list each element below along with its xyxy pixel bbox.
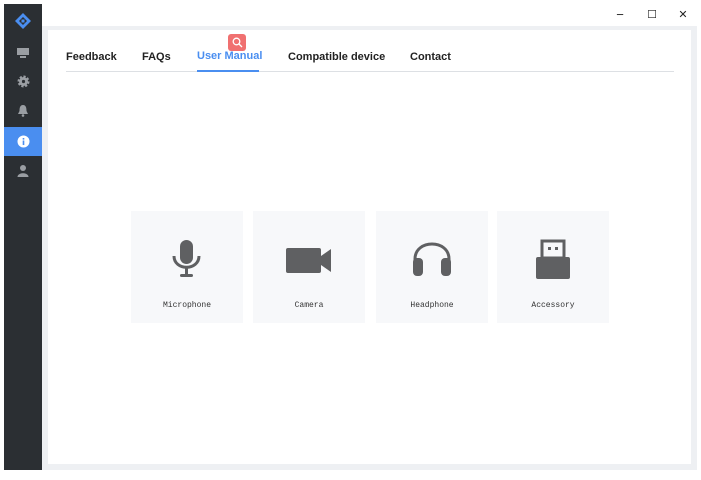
tab-user-manual[interactable]: User Manual [197, 50, 262, 62]
info-icon [17, 135, 29, 148]
sidebar-item-user[interactable] [4, 156, 42, 185]
search-badge[interactable] [228, 34, 246, 51]
card-camera[interactable]: Camera [253, 211, 365, 323]
minimize-button[interactable]: − [612, 6, 628, 22]
card-label: Headphone [410, 301, 454, 310]
headphone-icon [413, 242, 451, 276]
sidebar-item-settings[interactable] [4, 67, 42, 96]
maximize-button[interactable]: ☐ [644, 6, 660, 22]
gear-icon [17, 75, 29, 88]
tab-compatible-device[interactable]: Compatible device [288, 51, 385, 63]
sidebar-item-device[interactable] [4, 38, 42, 67]
tab-divider [66, 71, 674, 72]
tab-faqs[interactable]: FAQs [142, 51, 171, 63]
bell-icon [18, 105, 28, 117]
app-logo-icon [4, 6, 42, 35]
card-accessory[interactable]: Accessory [497, 211, 609, 323]
user-icon [17, 165, 29, 177]
tab-feedback[interactable]: Feedback [66, 51, 117, 63]
close-button[interactable]: ✕ [675, 6, 691, 22]
card-microphone[interactable]: Microphone [131, 211, 243, 323]
monitor-icon [17, 47, 29, 58]
card-headphone[interactable]: Headphone [376, 211, 488, 323]
active-tab-underline [197, 70, 259, 72]
sidebar-item-info[interactable] [4, 127, 42, 156]
usb-icon [536, 239, 570, 279]
tab-contact[interactable]: Contact [410, 51, 451, 63]
search-icon [232, 37, 242, 48]
sidebar [4, 4, 42, 470]
camera-icon [286, 248, 331, 273]
sidebar-item-notifications[interactable] [4, 96, 42, 125]
microphone-icon [172, 240, 201, 277]
card-label: Camera [294, 301, 324, 310]
card-label: Microphone [162, 301, 211, 310]
card-label: Accessory [531, 301, 575, 310]
